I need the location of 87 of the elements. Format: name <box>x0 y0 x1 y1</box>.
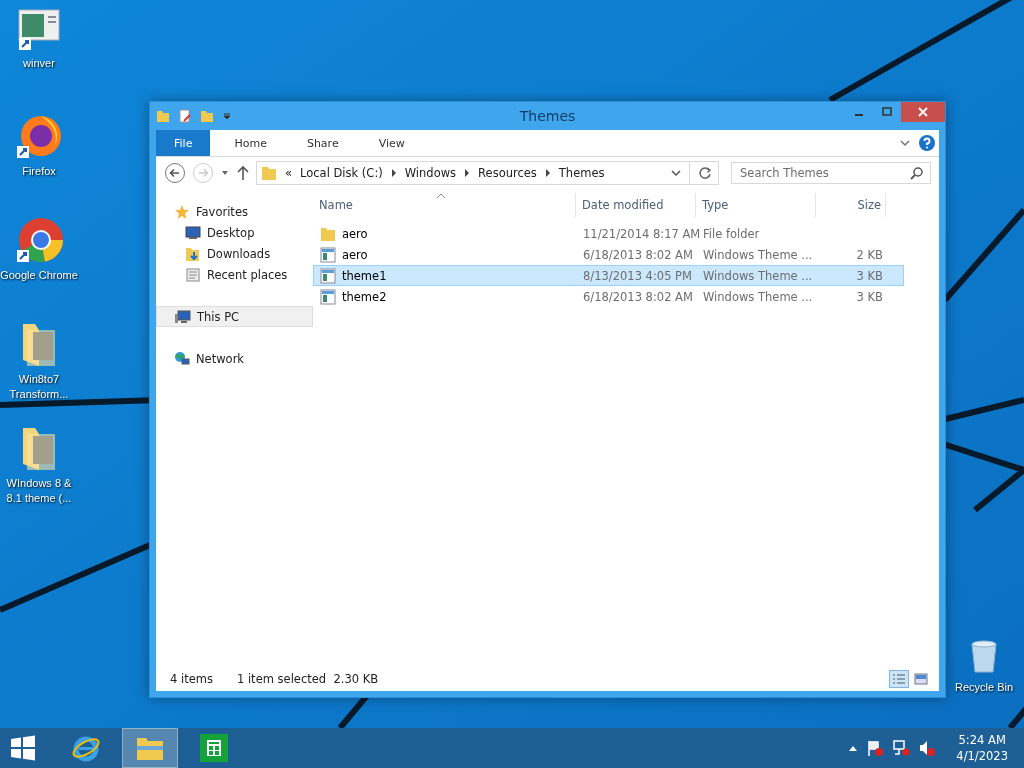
address-bar[interactable]: « Local Disk (C:) Windows Resources Themes <box>256 161 719 185</box>
start-button-icon[interactable] <box>10 735 36 761</box>
file-name: aero <box>342 226 368 241</box>
up-arrow-icon[interactable] <box>236 165 250 181</box>
file-name: theme2 <box>342 289 387 304</box>
nav-item[interactable]: Downloads <box>156 243 313 264</box>
window-title: Themes <box>518 108 577 124</box>
folder-icon <box>320 225 336 242</box>
item-count: 4 items <box>170 672 213 686</box>
star-icon <box>174 203 190 220</box>
ribbon-tab[interactable]: Home <box>218 130 283 156</box>
recycle-bin-icon[interactable] <box>969 640 999 674</box>
size-cell: 3 KB <box>856 289 883 304</box>
chrome-icon[interactable] <box>15 216 63 264</box>
folder-icon <box>261 165 277 181</box>
download-folder-icon <box>185 245 201 262</box>
column-header[interactable]: Size <box>816 193 886 217</box>
ribbon-tab[interactable]: File <box>156 130 211 156</box>
refresh-icon[interactable] <box>698 166 712 180</box>
file-row[interactable]: theme1 8/13/2013 4:05 PM Windows Theme ... 3 KB <box>313 265 904 286</box>
search-icon <box>910 166 924 180</box>
back-button-icon[interactable] <box>164 162 186 184</box>
desktop-icon-label[interactable]: Firefox <box>22 164 56 179</box>
nav-item[interactable]: Recent places <box>156 264 313 285</box>
theme-file-icon <box>320 246 336 263</box>
clock[interactable]: 5:24 AM 4/1/2023 <box>956 732 1008 764</box>
show-hidden-icons-icon[interactable] <box>848 744 859 752</box>
file-row[interactable]: aero 6/18/2013 8:02 AM Windows Theme ... 2 KB <box>313 244 904 265</box>
large-icons-view-icon[interactable] <box>911 670 931 688</box>
breadcrumb[interactable]: Resources <box>478 166 537 180</box>
nav-item[interactable]: This PC <box>156 306 313 327</box>
breadcrumb[interactable]: Windows <box>404 166 457 180</box>
close-icon <box>918 107 928 117</box>
ribbon-tab[interactable]: Share <box>290 130 355 156</box>
breadcrumb-arrow-icon[interactable] <box>464 169 471 177</box>
nav-item[interactable]: Favorites <box>156 201 313 222</box>
close-button[interactable] <box>901 102 945 122</box>
breadcrumb[interactable]: Themes <box>558 166 605 180</box>
search-field[interactable]: Search Themes <box>731 162 931 184</box>
overflow-chevron[interactable]: « <box>285 166 293 180</box>
minimize-icon <box>855 114 863 116</box>
type-cell-text: Windows Theme ... <box>702 289 814 304</box>
computer-icon <box>175 308 191 325</box>
nav-item[interactable]: Desktop <box>156 222 313 243</box>
breadcrumb[interactable]: Local Disk (C:) <box>300 166 383 180</box>
maximize-icon <box>882 107 892 117</box>
expand-ribbon-icon[interactable] <box>899 138 911 148</box>
column-header[interactable]: Name <box>313 193 576 217</box>
flag-alert-icon[interactable] <box>866 739 885 757</box>
desktop-icon-label[interactable]: Win8to7 Transform... <box>0 372 78 402</box>
desktop-icon-label[interactable]: Google Chrome <box>0 268 78 283</box>
type-cell-text: Windows Theme ... <box>702 247 814 262</box>
store-icon <box>199 733 229 763</box>
properties-icon[interactable] <box>178 109 192 123</box>
dropdown-caret-icon[interactable] <box>671 169 681 177</box>
file-row[interactable]: theme2 6/18/2013 8:02 AM Windows Theme ... 3 KB <box>313 286 904 307</box>
breadcrumb-arrow-icon[interactable] <box>390 169 397 177</box>
date-cell-text: 11/21/2014 8:17 AM <box>582 226 697 241</box>
desktop-icon-label[interactable]: winver <box>23 56 55 71</box>
file-row[interactable]: aero 11/21/2014 8:17 AM File folder <box>313 223 904 244</box>
size-cell: 2 KB <box>856 247 883 262</box>
type-cell-text: Windows Theme ... <box>702 268 814 283</box>
desktop-icon-label[interactable]: Recycle Bin <box>954 680 1014 695</box>
recent-places-icon <box>185 266 201 283</box>
date-cell-text: 6/18/2013 8:02 AM <box>582 289 694 304</box>
breadcrumb-arrow-icon[interactable] <box>544 169 551 177</box>
ribbon-tab[interactable]: View <box>362 130 421 156</box>
file-name: aero <box>342 247 368 262</box>
selection-info: 1 item selected 2.30 KB <box>236 672 379 686</box>
help-icon[interactable] <box>919 135 935 151</box>
column-header[interactable]: Type <box>696 193 816 217</box>
type-cell-text: File folder <box>702 226 761 241</box>
theme-file-icon <box>320 267 336 284</box>
date-cell-text: 6/18/2013 8:02 AM <box>582 247 694 262</box>
column-header[interactable]: Date modified <box>576 193 696 217</box>
size-cell: 3 KB <box>856 268 883 283</box>
desktop-icon <box>185 225 201 240</box>
desktop-icon-label[interactable]: WIndows 8 & 8.1 theme (... <box>0 476 78 506</box>
theme-file-icon <box>320 288 336 305</box>
date-cell-text: 8/13/2013 4:05 PM <box>582 268 693 283</box>
app-window-icon[interactable] <box>17 8 61 52</box>
customize-dropdown-icon[interactable] <box>222 111 232 121</box>
network-icon <box>174 350 190 367</box>
nav-item[interactable]: Network <box>156 348 313 369</box>
network-alert-icon[interactable] <box>892 739 911 757</box>
file-name: theme1 <box>342 268 387 283</box>
speaker-muted-icon[interactable] <box>918 739 937 757</box>
